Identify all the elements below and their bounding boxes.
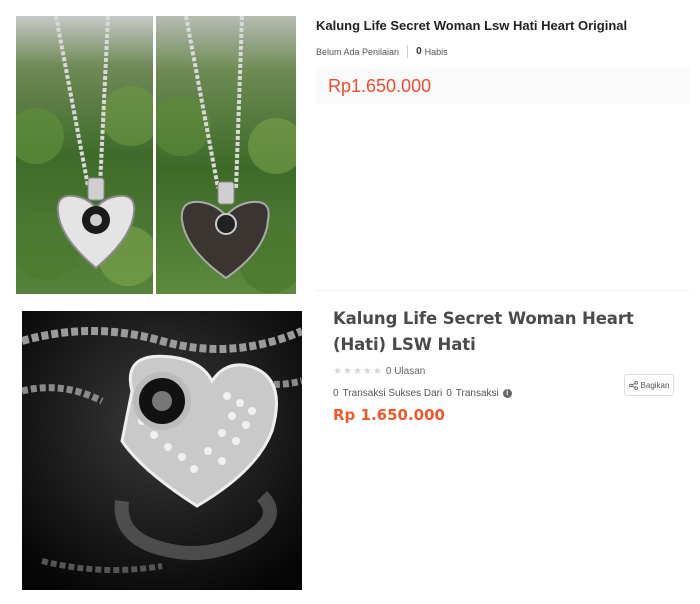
sold-count: 0 [416, 46, 422, 57]
info-icon[interactable]: i [502, 389, 512, 398]
rating-and-sold: Belum Ada Penilaian 0 Habis [316, 45, 690, 58]
sold-label: Habis [424, 46, 448, 57]
star-icon: ★ [362, 365, 372, 377]
top-listing: Kalung Life Secret Woman Lsw Hati Heart … [0, 0, 700, 296]
share-button[interactable]: Bagikan [624, 374, 674, 396]
star-icon: ★ [372, 365, 382, 377]
necklace-back-photo[interactable] [156, 16, 296, 294]
star-icon: ★ [333, 365, 342, 377]
share-label: Bagikan [640, 380, 670, 390]
divider [316, 290, 690, 291]
review-count[interactable]: 0 [386, 366, 392, 377]
share-icon [628, 380, 638, 390]
star-icon: ★ [342, 365, 352, 377]
rating-text[interactable]: Belum Ada Penilaian [316, 47, 399, 57]
divider [407, 45, 409, 58]
star-rating: ★ ★ ★ ★ ★ [333, 365, 382, 377]
success-count: 0 [333, 388, 339, 399]
product-title[interactable]: Kalung Life Secret Woman Lsw Hati Heart … [316, 16, 690, 36]
transaction-count: 0 [446, 388, 452, 399]
product-price: Rp1.650.000 [328, 75, 432, 96]
necklace-closeup-photo[interactable] [22, 311, 302, 590]
bottom-product-info: Kalung Life Secret Woman Heart (Hati) LS… [333, 306, 683, 424]
price-box: Rp1.650.000 [316, 68, 690, 104]
necklace-front-photo[interactable] [16, 16, 153, 294]
success-label: Transaksi Sukses Dari [342, 388, 443, 399]
review-label[interactable]: Ulasan [394, 366, 425, 377]
transaction-label: Transaksi [455, 388, 499, 399]
top-product-info: Kalung Life Secret Woman Lsw Hati Heart … [316, 16, 690, 104]
product-title[interactable]: Kalung Life Secret Woman Heart (Hati) LS… [333, 306, 683, 358]
product-price: Rp 1.650.000 [333, 406, 445, 424]
star-icon: ★ [352, 365, 362, 377]
